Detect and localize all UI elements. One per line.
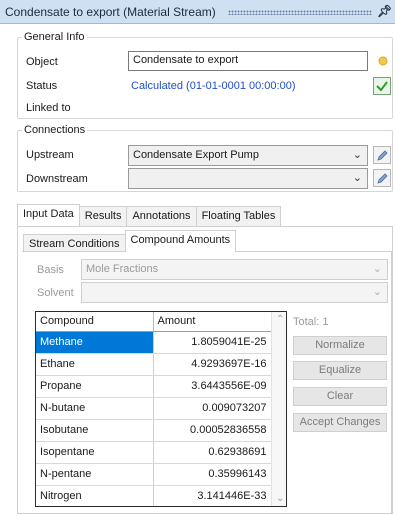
amount-column-header[interactable]: Amount (153, 312, 272, 332)
upstream-label: Upstream (26, 149, 74, 161)
compound-name-cell[interactable]: Propane (36, 375, 154, 398)
object-name-input[interactable]: Condensate to export (128, 51, 368, 71)
pencil-icon (376, 149, 388, 161)
tab-floating-tables[interactable]: Floating Tables (195, 206, 282, 226)
downstream-label: Downstream (26, 173, 88, 185)
connections-title: Connections (22, 124, 88, 136)
amount-cell[interactable]: 1.8059041E-25 (153, 331, 272, 354)
chevron-down-icon: ⌄ (352, 172, 362, 184)
solvent-select[interactable]: ⌄ (81, 282, 388, 303)
basis-label: Basis (37, 264, 64, 276)
amount-cell[interactable]: 4.9293697E-16 (153, 353, 272, 376)
table-row[interactable]: N-pentane 0.35996143 (36, 463, 272, 486)
compound-name-cell[interactable]: Isopentane (36, 441, 154, 464)
solvent-label: Solvent (37, 287, 74, 299)
compound-column-header[interactable]: Compound (36, 312, 154, 332)
chevron-down-icon: ⌄ (352, 149, 362, 161)
tab-annotations[interactable]: Annotations (126, 206, 197, 226)
chevron-up-icon[interactable]: ⌃ (276, 314, 284, 325)
general-info-group: General Info (17, 31, 393, 119)
amount-cell[interactable]: 0.35996143 (153, 463, 272, 486)
pencil-icon (376, 172, 388, 184)
downstream-select[interactable]: ⌄ (128, 168, 368, 189)
upstream-value: Condensate Export Pump (133, 149, 259, 161)
table-row[interactable]: N-butane 0.009073207 (36, 397, 272, 420)
general-info-title: General Info (22, 31, 87, 43)
status-value: Calculated (01-01-0001 00:00:00) (131, 80, 296, 92)
compound-name-cell[interactable]: Isobutane (36, 419, 154, 442)
compound-name-cell[interactable]: Methane (36, 331, 154, 354)
table-row[interactable]: Methane 1.8059041E-25 (36, 331, 272, 354)
upstream-edit-button[interactable] (373, 146, 391, 164)
tab-input-data[interactable]: Input Data (17, 204, 80, 226)
chevron-down-icon: ⌄ (372, 263, 382, 275)
amount-cell[interactable]: 0.00052836558 (153, 419, 272, 442)
table-row[interactable]: Nitrogen 3.141446E-33 (36, 485, 272, 506)
sub-tabs: Stream Conditions Compound Amounts (23, 230, 237, 252)
main-tabs: Input Data Results Annotations Floating … (17, 204, 282, 226)
table-row[interactable]: Isopentane 0.62938691 (36, 441, 272, 464)
compound-name-cell[interactable]: N-pentane (36, 463, 154, 486)
amount-cell[interactable]: 0.009073207 (153, 397, 272, 420)
status-label: Status (26, 80, 58, 92)
total-label: Total: 1 (293, 316, 329, 328)
amount-cell[interactable]: 0.62938691 (153, 441, 272, 464)
window-title: Condensate to export (Material Stream) (5, 5, 216, 19)
compound-name-cell[interactable]: Nitrogen (36, 485, 154, 506)
tab-stream-conditions[interactable]: Stream Conditions (23, 234, 126, 252)
chevron-down-icon[interactable]: ⌄ (276, 493, 284, 504)
compound-name-cell[interactable]: N-butane (36, 397, 154, 420)
amount-cell[interactable]: 3.6443556E-09 (153, 375, 272, 398)
object-label: Object (26, 56, 58, 68)
compound-table: Compound Amount Methane 1.8059041E-25 Et… (36, 312, 272, 506)
pin-icon[interactable]: 📌︎ (377, 4, 392, 18)
downstream-edit-button[interactable] (373, 169, 391, 187)
table-row[interactable]: Propane 3.6443556E-09 (36, 375, 272, 398)
normalize-button[interactable]: Normalize (293, 336, 387, 355)
compound-amounts-grid[interactable]: Compound Amount Methane 1.8059041E-25 Et… (35, 311, 287, 507)
window-titlebar[interactable]: Condensate to export (Material Stream) 📌… (0, 0, 395, 24)
sun-icon (378, 56, 388, 66)
clear-button[interactable]: Clear (293, 387, 387, 406)
table-row[interactable]: Isobutane 0.00052836558 (36, 419, 272, 442)
status-ok-button[interactable] (373, 77, 391, 95)
upstream-select[interactable]: Condensate Export Pump ⌄ (128, 145, 368, 166)
tab-compound-amounts[interactable]: Compound Amounts (124, 230, 237, 252)
equalize-button[interactable]: Equalize (293, 361, 387, 380)
titlebar-grip[interactable] (228, 10, 372, 15)
basis-select[interactable]: Mole Fractions ⌄ (81, 259, 388, 280)
chevron-down-icon: ⌄ (372, 286, 382, 298)
tab-results[interactable]: Results (78, 206, 128, 226)
accept-changes-button[interactable]: Accept Changes (293, 413, 387, 432)
object-settings-button[interactable] (374, 52, 392, 70)
linked-to-label: Linked to (26, 102, 71, 114)
compound-name-cell[interactable]: Ethane (36, 353, 154, 376)
table-row[interactable]: Ethane 4.9293697E-16 (36, 353, 272, 376)
basis-value: Mole Fractions (86, 263, 159, 275)
amount-cell[interactable]: 3.141446E-33 (153, 485, 272, 506)
grid-vertical-scrollbar[interactable]: ⌃ ⌄ (271, 312, 286, 506)
checkmark-icon (376, 81, 388, 92)
